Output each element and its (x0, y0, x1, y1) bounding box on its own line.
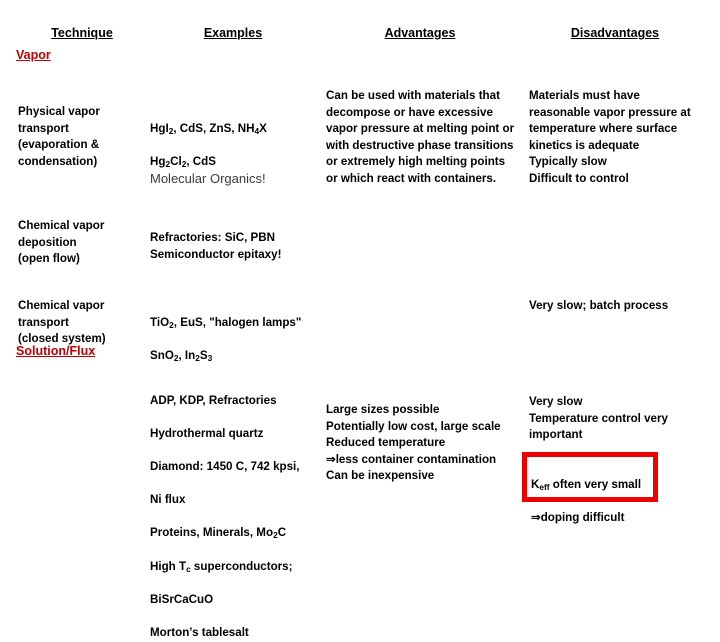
examples-line-6: High Tc superconductors; (150, 559, 293, 574)
technique-physical-vapor-transport: Physical vapor transport (evaporation & … (18, 105, 100, 168)
examples-line-1: HgI2, CdS, ZnS, NH4X (150, 121, 267, 136)
section-label-vapor: Vapor (16, 48, 51, 62)
examples-line-4: Ni flux (150, 493, 186, 507)
column-header-technique: Technique (51, 26, 113, 40)
examples-chemical-vapor-deposition: Refractories: SiC, PBN Semiconductor epi… (150, 231, 282, 261)
examples-chemical-vapor-transport: TiO2, EuS, "halogen lamps" SnO2, In2S3 (150, 298, 326, 364)
examples-line-2: SnO2, In2S3 (150, 348, 213, 363)
callout-box-text: Keff often very small ⇒doping difficult (531, 460, 657, 526)
examples-line-5: Proteins, Minerals, Mo2C (150, 526, 287, 541)
examples-line-2: Hydrothermal quartz (150, 426, 264, 440)
examples-line-7: BiSrCaCuO (150, 592, 214, 606)
disadvantages-chemical-vapor-transport: Very slow; batch process (529, 299, 669, 312)
technique-chemical-vapor-deposition: Chemical vapor deposition (open flow) (18, 219, 105, 266)
advantages-solution-flux: Large sizes possible Potentially low cos… (326, 403, 501, 483)
column-header-advantages: Advantages (384, 26, 456, 40)
examples-line-1: TiO2, EuS, "halogen lamps" (150, 315, 302, 330)
examples-line-8: Morton’s tablesalt (150, 625, 249, 639)
callout-line-2: ⇒doping difficult (531, 510, 625, 524)
column-header-disadvantages: Disadvantages (570, 26, 660, 40)
callout-line-1: Keff often very small (531, 477, 642, 492)
slide-canvas: Technique Examples Advantages Disadvanta… (0, 0, 720, 639)
examples-line-3: Diamond: 1450 C, 742 kpsi, (150, 459, 300, 473)
examples-line-2: Hg2Cl2, CdS (150, 154, 216, 169)
examples-line-3: Molecular Organics! (150, 171, 266, 187)
examples-line-1: ADP, KDP, Refractories (150, 393, 277, 407)
disadvantages-solution-flux: Very slow Temperature control very impor… (529, 395, 668, 442)
technique-chemical-vapor-transport: Chemical vapor transport (closed system) (18, 299, 106, 346)
examples-solution-flux: ADP, KDP, Refractories Hydrothermal quar… (150, 376, 326, 642)
disadvantages-physical-vapor-transport: Materials must have reasonable vapor pre… (529, 89, 691, 185)
examples-physical-vapor-transport: HgI2, CdS, ZnS, NH4X Hg2Cl2, CdS Molecul… (150, 104, 326, 205)
advantages-physical-vapor-transport: Can be used with materials that decompos… (326, 89, 515, 185)
column-header-examples: Examples (203, 26, 263, 40)
